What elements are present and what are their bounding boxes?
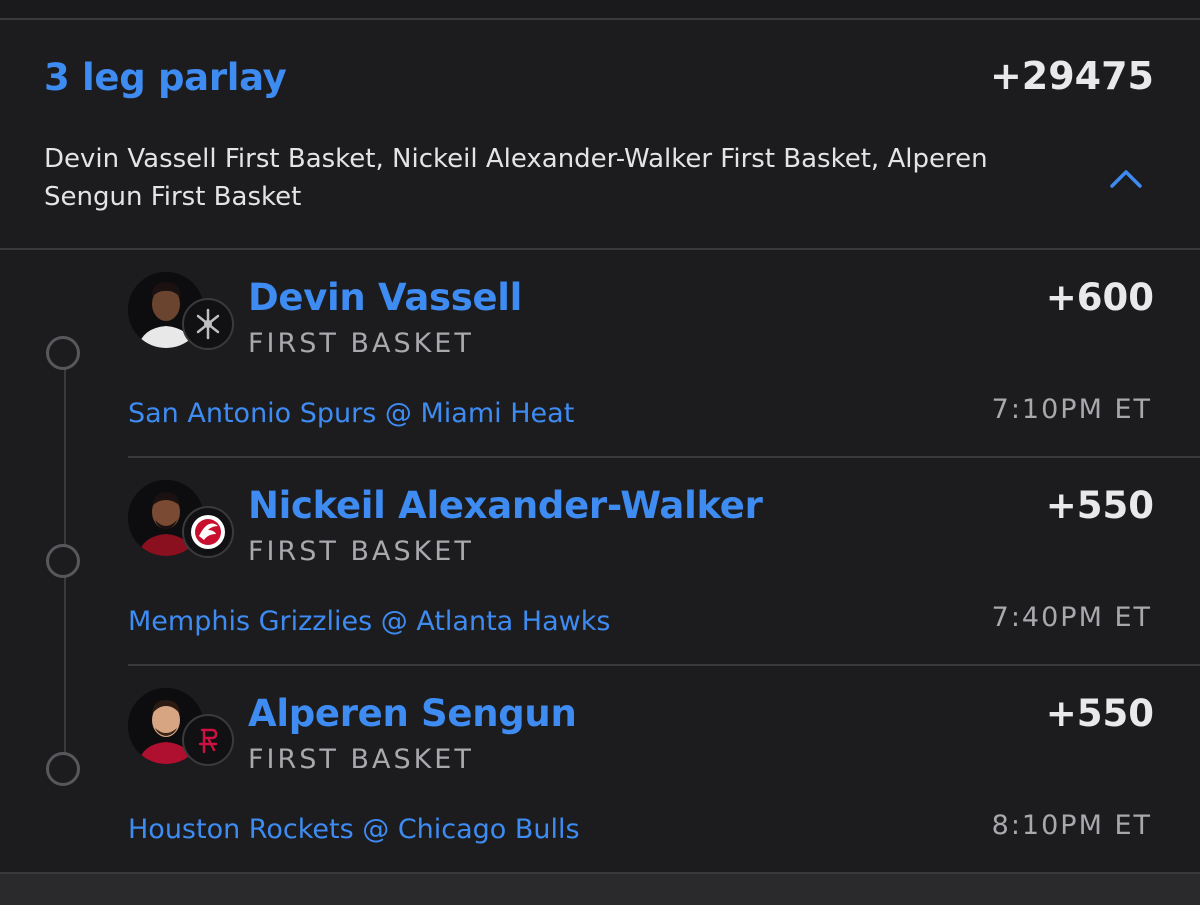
parlay-legs: Devin Vassell FIRST BASKET +600 San Anto… [0, 250, 1200, 872]
timeline-node [46, 336, 80, 370]
leg-odds: +550 [1045, 484, 1154, 527]
player-name: Alperen Sengun [248, 692, 577, 735]
timeline-node [46, 544, 80, 578]
market-label: FIRST BASKET [248, 536, 474, 567]
game-matchup-link[interactable]: Houston Rockets @ Chicago Bulls [128, 814, 580, 845]
game-time: 7:10PM ET [991, 394, 1152, 425]
leg-odds: +600 [1045, 276, 1154, 319]
bottom-divider-strip [0, 872, 1200, 905]
parlay-leg[interactable]: Nickeil Alexander-Walker FIRST BASKET +5… [128, 458, 1200, 666]
game-time: 8:10PM ET [991, 810, 1152, 841]
parlay-leg[interactable]: Devin Vassell FIRST BASKET +600 San Anto… [128, 250, 1200, 458]
leg-odds: +550 [1045, 692, 1154, 735]
market-label: FIRST BASKET [248, 328, 474, 359]
player-name: Devin Vassell [248, 276, 523, 319]
market-label: FIRST BASKET [248, 744, 474, 775]
player-name: Nickeil Alexander-Walker [248, 484, 763, 527]
game-matchup-link[interactable]: Memphis Grizzlies @ Atlanta Hawks [128, 606, 610, 637]
parlay-card: 3 leg parlay +29475 Devin Vassell First … [0, 20, 1200, 872]
parlay-odds: +29475 [989, 54, 1154, 98]
parlay-summary: Devin Vassell First Basket, Nickeil Alex… [44, 144, 988, 212]
game-matchup-link[interactable]: San Antonio Spurs @ Miami Heat [128, 398, 574, 429]
parlay-header[interactable]: 3 leg parlay +29475 Devin Vassell First … [0, 20, 1200, 250]
top-divider-strip [0, 0, 1200, 20]
parlay-title: 3 leg parlay [44, 56, 287, 99]
game-time: 7:40PM ET [991, 602, 1152, 633]
hawks-logo-icon [182, 506, 234, 558]
timeline-node [46, 752, 80, 786]
rockets-logo-icon [182, 714, 234, 766]
parlay-leg[interactable]: Alperen Sengun FIRST BASKET +550 Houston… [128, 666, 1200, 874]
chevron-up-icon[interactable] [1104, 160, 1148, 196]
spurs-logo-icon [182, 298, 234, 350]
